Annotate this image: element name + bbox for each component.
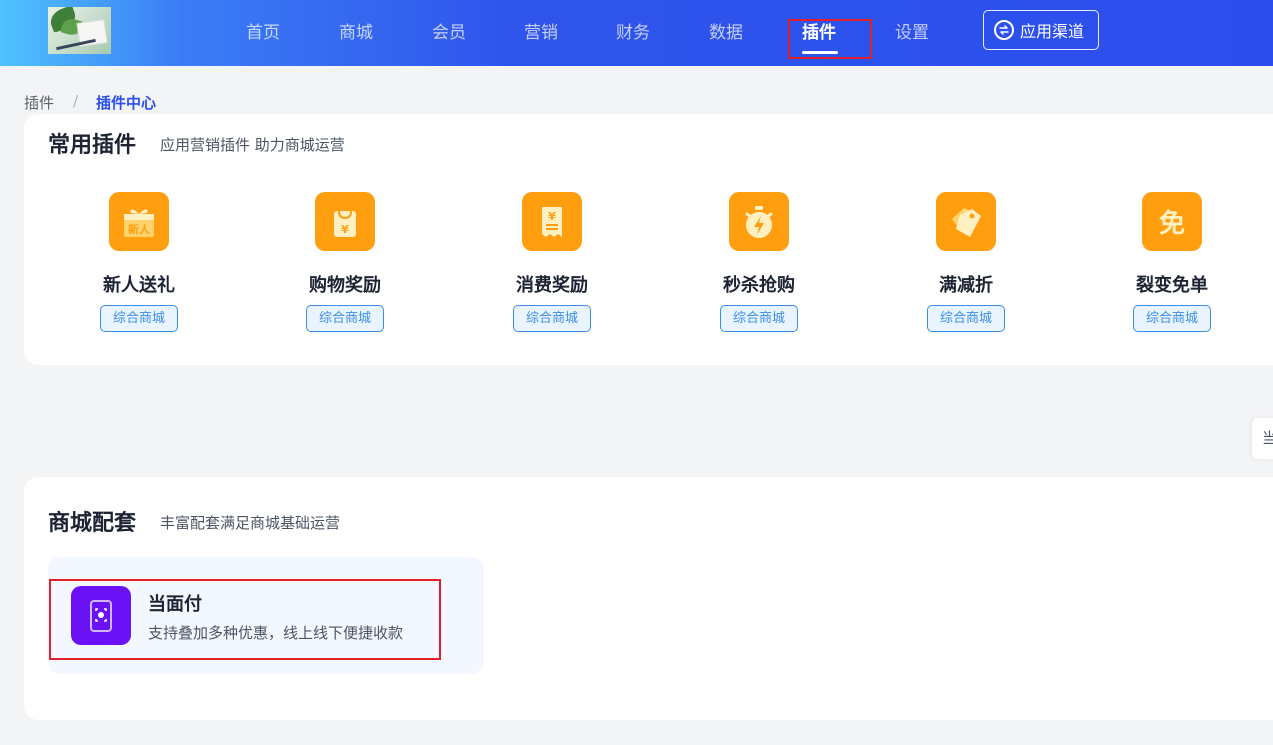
nav-item-data[interactable]: 数据 xyxy=(709,18,743,43)
nav-highlight-box xyxy=(788,19,872,59)
stopwatch-lightning-icon xyxy=(729,192,789,251)
nav-item-mall[interactable]: 商城 xyxy=(339,18,373,43)
breadcrumb-separator: / xyxy=(73,92,79,110)
app-channel-button[interactable]: 应用渠道 xyxy=(983,10,1099,50)
nav-item-finance[interactable]: 财务 xyxy=(616,18,650,43)
plugin-tag: 综合商城 xyxy=(306,305,384,332)
plugin-name: 消费奖励 xyxy=(516,275,588,296)
nav-item-settings[interactable]: 设置 xyxy=(895,18,929,43)
plugin-tag: 综合商城 xyxy=(100,305,178,332)
svg-text:免: 免 xyxy=(1159,208,1185,239)
app-channel-label: 应用渠道 xyxy=(1020,22,1085,41)
nav-item-marketing[interactable]: 营销 xyxy=(524,18,558,43)
plugin-name: 秒杀抢购 xyxy=(723,275,795,296)
nav-item-member[interactable]: 会员 xyxy=(432,18,466,43)
shopping-bag-yen-icon: ¥ xyxy=(315,192,375,251)
plugin-tag: 综合商城 xyxy=(927,305,1005,332)
mall-kit-subtitle: 丰富配套满足商城基础运营 xyxy=(160,514,341,532)
plugin-name: 满减折 xyxy=(939,275,993,296)
plugin-consumption-reward[interactable]: ¥ 消费奖励 综合商城 xyxy=(482,192,622,332)
price-tag-icon xyxy=(936,192,996,251)
top-nav-bar: 首页 商城 会员 营销 财务 数据 插件 设置 应用渠道 xyxy=(0,0,1273,66)
kit-highlight-box xyxy=(49,579,441,660)
plugin-fission-free[interactable]: 免 裂变免单 综合商城 xyxy=(1102,192,1242,332)
plugin-shopping-reward[interactable]: ¥ 购物奖励 综合商城 xyxy=(275,192,415,332)
logo[interactable] xyxy=(48,7,111,54)
plugin-tag: 综合商城 xyxy=(1133,305,1211,332)
plugin-tag: 综合商城 xyxy=(513,305,591,332)
gift-icon: 新人 xyxy=(109,192,169,251)
svg-text:¥: ¥ xyxy=(341,223,349,236)
plugin-name: 新人送礼 xyxy=(103,275,175,296)
plugin-name: 裂变免单 xyxy=(1136,275,1208,296)
common-plugins-subtitle: 应用营销插件 助力商城运营 xyxy=(160,136,345,154)
plugin-flash-sale[interactable]: 秒杀抢购 综合商城 xyxy=(689,192,829,332)
free-badge-icon: 免 xyxy=(1142,192,1202,251)
side-floating-tab[interactable]: 当 xyxy=(1252,418,1273,459)
mall-kit-title: 商城配套 xyxy=(48,511,137,536)
breadcrumb-home[interactable]: 插件 xyxy=(24,92,54,113)
common-plugins-title: 常用插件 xyxy=(48,133,137,158)
breadcrumb-current: 插件中心 xyxy=(96,94,157,112)
svg-text:新人: 新人 xyxy=(128,222,151,236)
receipt-yen-icon: ¥ xyxy=(522,192,582,251)
nav-item-home[interactable]: 首页 xyxy=(246,18,280,43)
switch-icon xyxy=(994,20,1014,40)
plugin-discount[interactable]: 满减折 综合商城 xyxy=(896,192,1036,332)
plugin-name: 购物奖励 xyxy=(309,275,381,296)
plugin-new-user-gift[interactable]: 新人 新人送礼 综合商城 xyxy=(69,192,209,332)
plugin-tag: 综合商城 xyxy=(720,305,798,332)
svg-text:¥: ¥ xyxy=(548,210,556,223)
